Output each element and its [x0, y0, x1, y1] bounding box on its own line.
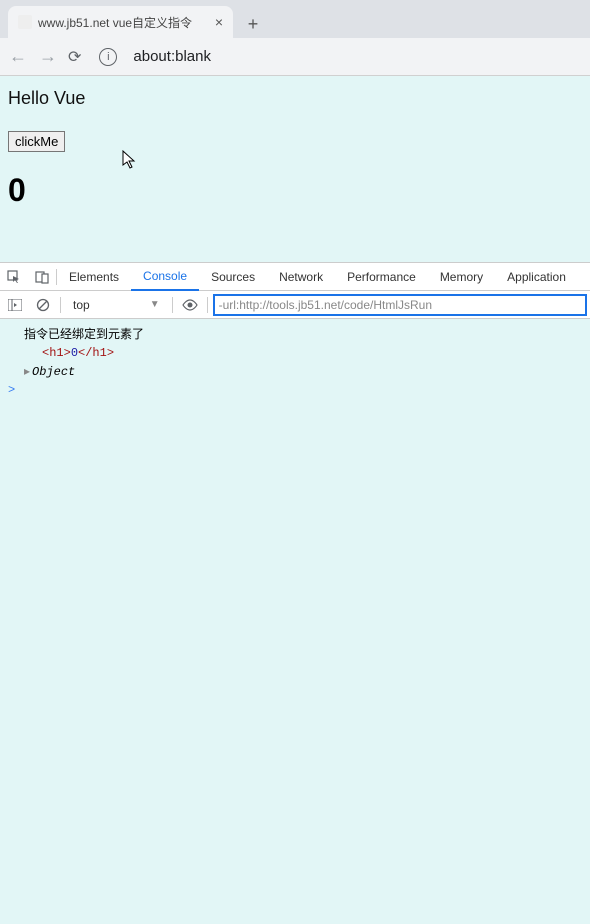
new-tab-button[interactable]: + [239, 10, 267, 38]
console-toolbar: top ▼ [0, 291, 590, 319]
browser-tab-strip: www.jb51.net vue自定义指令 × + [0, 0, 590, 38]
inspect-icon[interactable] [0, 263, 28, 291]
clear-console-icon[interactable] [32, 294, 54, 316]
tab-application[interactable]: Application [495, 263, 578, 291]
context-label: top [73, 298, 90, 312]
browser-toolbar: ← → ⟳ i about:blank [0, 38, 590, 76]
tab-memory[interactable]: Memory [428, 263, 495, 291]
console-object-row[interactable]: ▸Object [0, 362, 590, 381]
html-open-tag: <h1> [42, 346, 71, 360]
page-heading: Hello Vue [8, 88, 582, 109]
console-html-row[interactable]: <h1>0</h1> [0, 344, 590, 362]
tab-title: www.jb51.net vue自定义指令 [38, 14, 209, 31]
chevron-down-icon: ▼ [150, 299, 160, 310]
device-icon[interactable] [28, 263, 56, 291]
sidebar-toggle-icon[interactable] [4, 294, 26, 316]
reload-button[interactable]: ⟳ [68, 47, 81, 67]
log-message: 指令已经绑定到元素了 [24, 328, 144, 342]
address-bar[interactable]: about:blank [133, 48, 211, 65]
tab-sources[interactable]: Sources [199, 263, 267, 291]
context-selector[interactable]: top ▼ [67, 298, 166, 312]
tab-network[interactable]: Network [267, 263, 335, 291]
forward-button[interactable]: → [38, 46, 58, 67]
page-content: Hello Vue clickMe 0 [0, 76, 590, 262]
devtools-tabs: Elements Console Sources Network Perform… [0, 263, 590, 291]
counter-value: 0 [8, 172, 582, 209]
eye-icon[interactable] [179, 294, 201, 316]
devtools-panel: Elements Console Sources Network Perform… [0, 262, 590, 924]
tab-elements[interactable]: Elements [57, 263, 131, 291]
browser-tab[interactable]: www.jb51.net vue自定义指令 × [8, 6, 233, 38]
info-icon[interactable]: i [99, 48, 117, 66]
console-log-row: 指令已经绑定到元素了 [0, 323, 590, 344]
clickme-button[interactable]: clickMe [8, 131, 65, 152]
close-icon[interactable]: × [215, 14, 223, 30]
separator [60, 297, 61, 313]
expand-arrow-icon[interactable]: ▸ [24, 365, 30, 379]
favicon-icon [18, 15, 32, 29]
filter-input[interactable] [214, 295, 586, 315]
object-label: Object [32, 365, 75, 379]
console-output: 指令已经绑定到元素了 <h1>0</h1> ▸Object > [0, 319, 590, 924]
console-prompt[interactable]: > [0, 381, 590, 399]
tab-performance[interactable]: Performance [335, 263, 428, 291]
tab-console[interactable]: Console [131, 263, 199, 291]
separator [172, 297, 173, 313]
separator [207, 297, 208, 313]
html-close-tag: </h1> [78, 346, 114, 360]
html-text: 0 [71, 346, 78, 360]
back-button[interactable]: ← [8, 46, 28, 67]
